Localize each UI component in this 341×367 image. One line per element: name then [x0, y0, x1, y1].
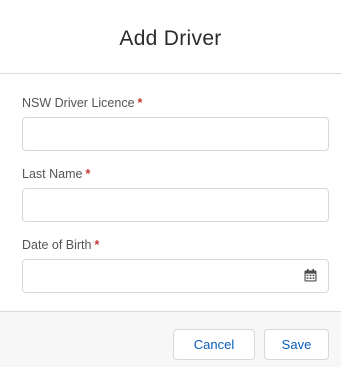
last-name-label-text: Last Name [22, 167, 83, 181]
dob-label: Date of Birth * [22, 236, 329, 254]
dob-input[interactable] [22, 259, 329, 293]
required-marker: * [137, 96, 143, 110]
add-driver-modal: Add Driver NSW Driver Licence * Last Nam… [0, 0, 341, 367]
calendar-icon[interactable] [304, 269, 317, 282]
modal-body: NSW Driver Licence * Last Name * Date of… [0, 74, 341, 293]
required-marker: * [85, 167, 91, 181]
dob-input-wrapper [22, 259, 329, 293]
modal-header: Add Driver [0, 0, 341, 74]
dob-field-group: Date of Birth * [22, 236, 329, 293]
last-name-field-group: Last Name * [22, 165, 329, 222]
save-button[interactable]: Save [264, 329, 329, 360]
licence-input[interactable] [22, 117, 329, 151]
required-marker: * [94, 238, 100, 252]
licence-label-text: NSW Driver Licence [22, 96, 135, 110]
modal-title: Add Driver [119, 26, 222, 50]
cancel-button[interactable]: Cancel [173, 329, 255, 360]
modal-footer: Cancel Save [0, 311, 341, 367]
licence-field-group: NSW Driver Licence * [22, 94, 329, 151]
dob-label-text: Date of Birth [22, 238, 92, 252]
last-name-label: Last Name * [22, 165, 329, 183]
last-name-input[interactable] [22, 188, 329, 222]
licence-label: NSW Driver Licence * [22, 94, 329, 112]
